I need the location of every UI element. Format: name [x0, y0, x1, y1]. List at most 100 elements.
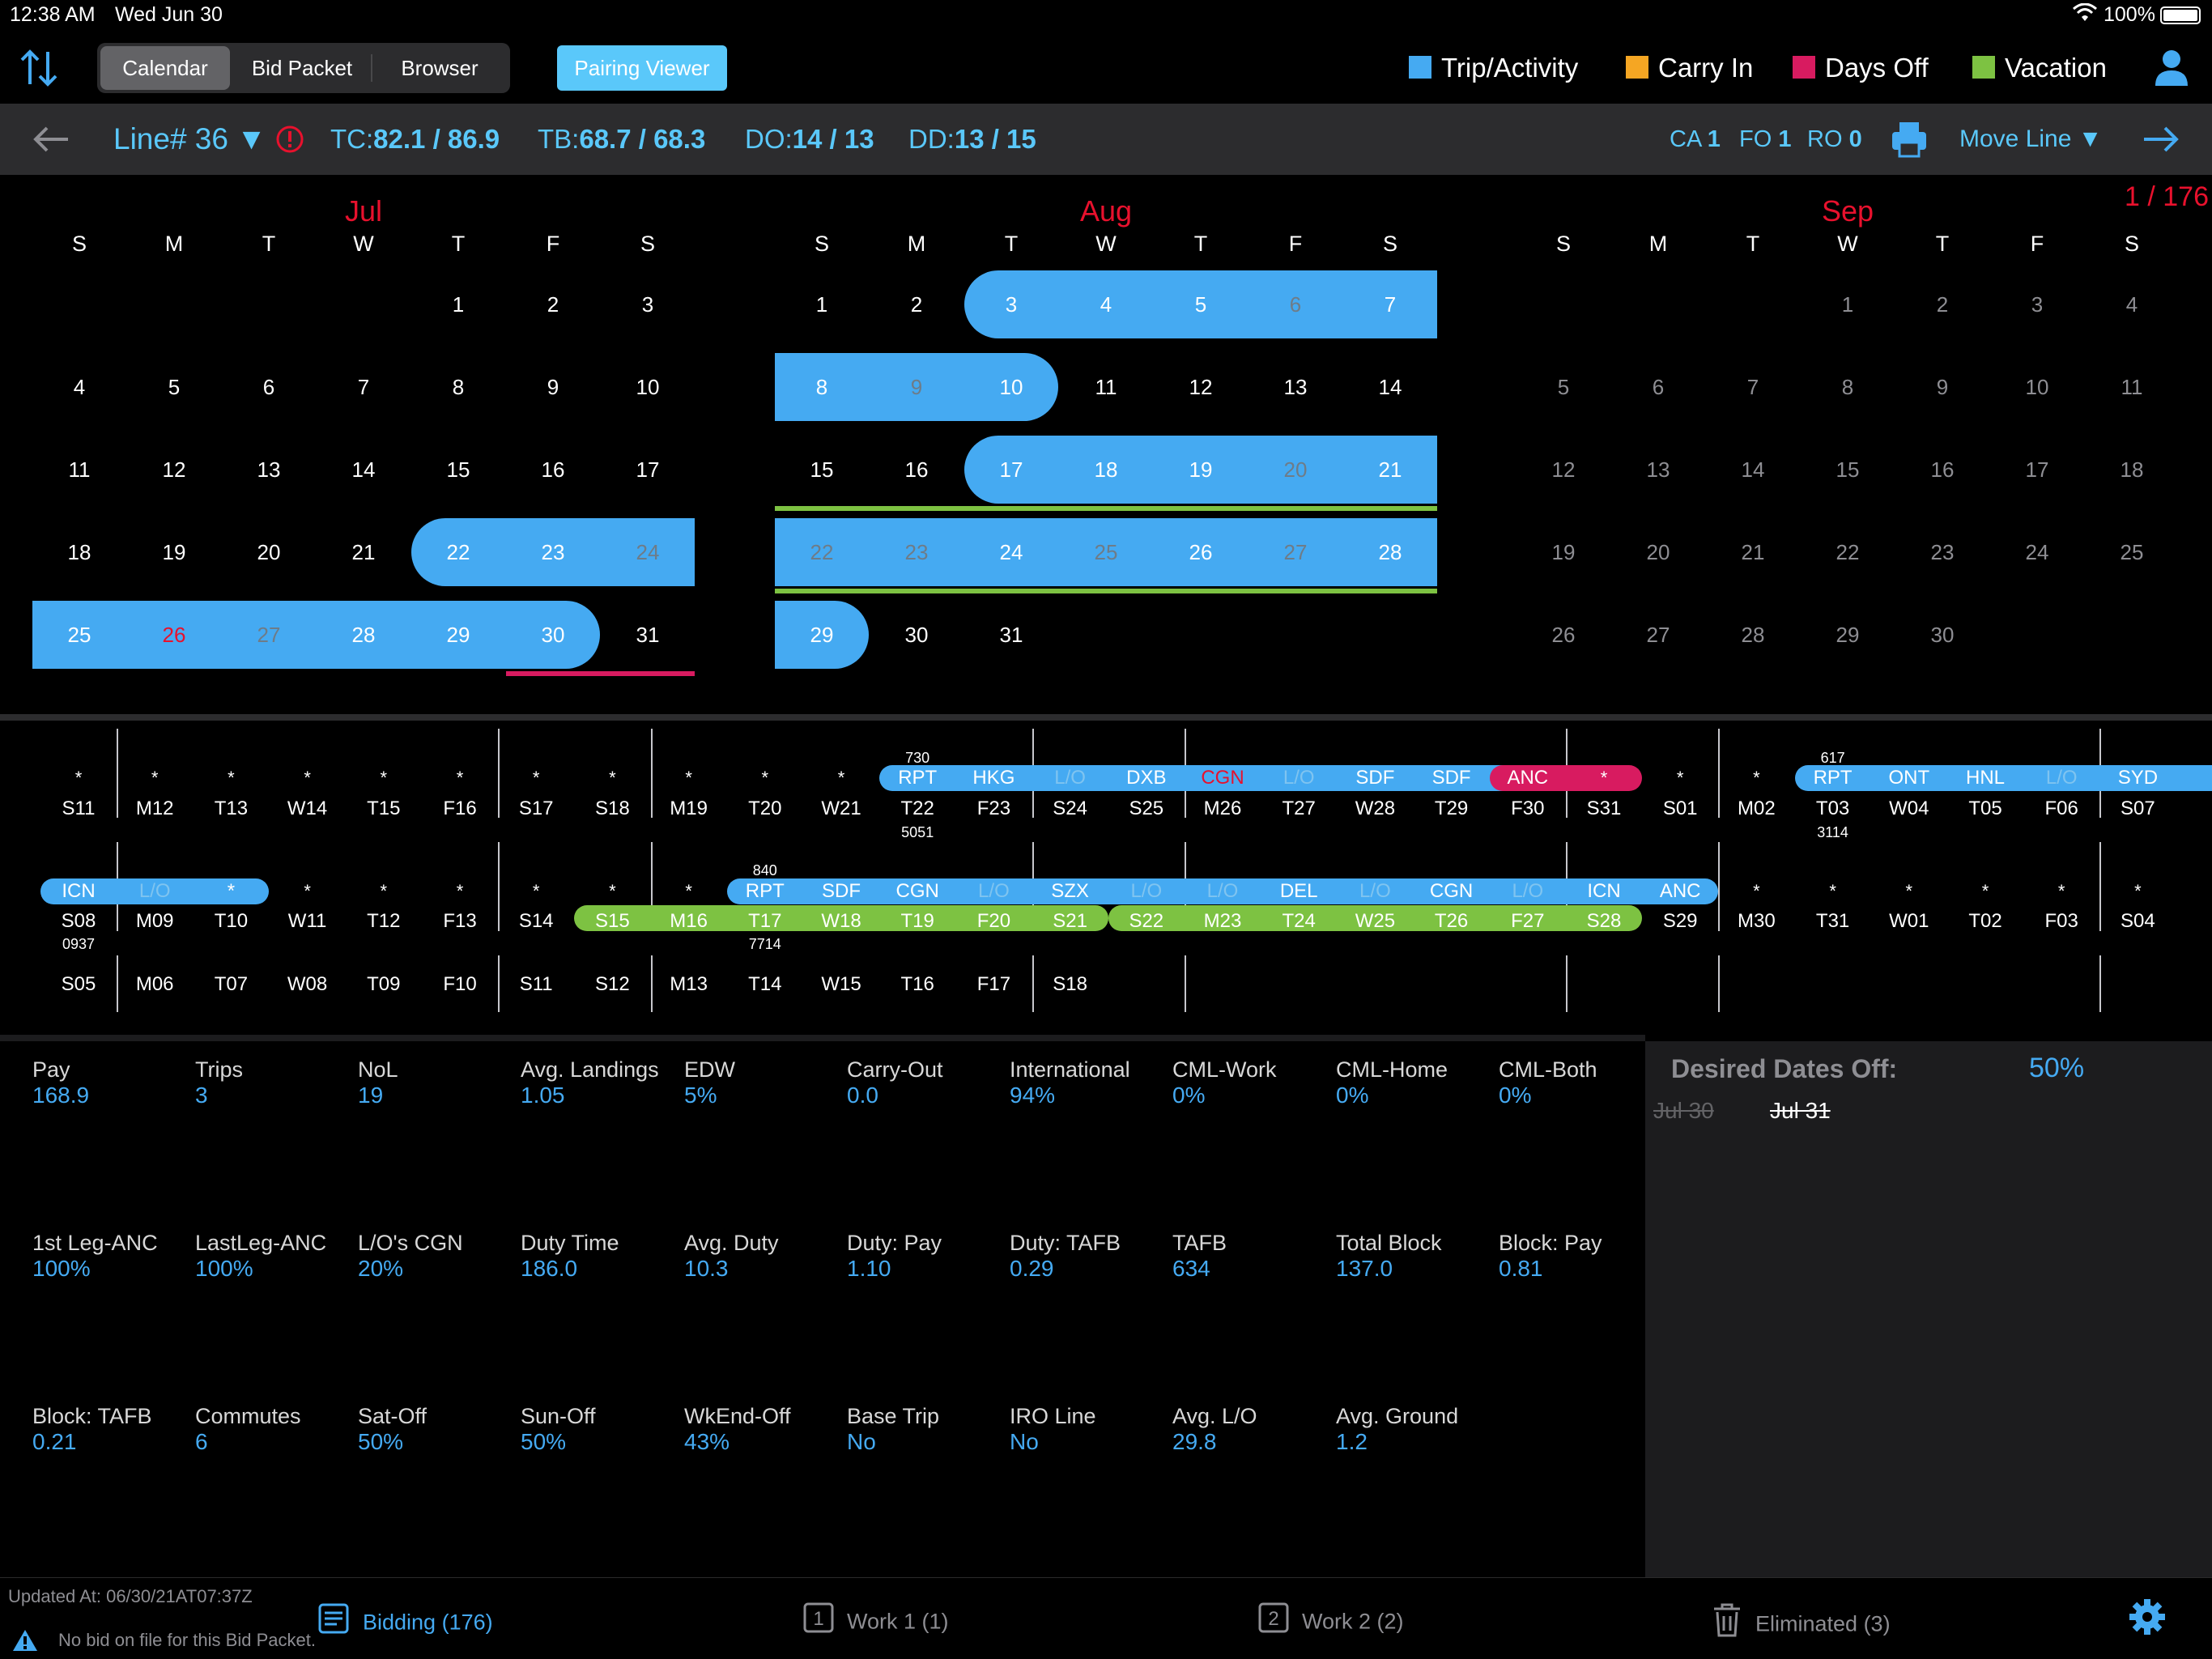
calendar-day[interactable]: 18	[1074, 453, 1138, 486]
calendar-day[interactable]: 16	[521, 453, 585, 486]
pairing-viewer-button[interactable]: Pairing Viewer	[557, 45, 727, 91]
calendar-day[interactable]: 12	[1168, 371, 1233, 403]
calendar-day[interactable]: 25	[47, 619, 112, 651]
calendar-day[interactable]: 4	[47, 371, 112, 403]
arrow-right-icon[interactable]	[2142, 125, 2180, 158]
calendar-day[interactable]: 3	[615, 288, 680, 321]
calendar-day[interactable]: 17	[615, 453, 680, 486]
calendar-day[interactable]: 23	[1910, 536, 1975, 568]
calendar-day[interactable]: 23	[884, 536, 949, 568]
calendar-day[interactable]: 22	[1815, 536, 1880, 568]
calendar-day[interactable]: 10	[979, 371, 1044, 403]
calendar-day[interactable]: 17	[979, 453, 1044, 486]
calendar-day[interactable]: 21	[331, 536, 396, 568]
calendar-day[interactable]: 5	[1531, 371, 1596, 403]
calendar-day[interactable]: 5	[142, 371, 206, 403]
calendar-day[interactable]: 7	[1358, 288, 1423, 321]
calendar-day[interactable]: 26	[142, 619, 206, 651]
calendar-day[interactable]: 7	[331, 371, 396, 403]
calendar-day[interactable]: 3	[2005, 288, 2069, 321]
calendar-day[interactable]: 1	[1815, 288, 1880, 321]
calendar-day[interactable]: 6	[1626, 371, 1691, 403]
tab-bidding[interactable]: Bidding (176)	[317, 1602, 493, 1638]
calendar-day[interactable]: 4	[1074, 288, 1138, 321]
calendar-day[interactable]: 27	[236, 619, 301, 651]
calendar-day[interactable]: 24	[2005, 536, 2069, 568]
tab-work-1[interactable]: 1 Work 1 (1)	[803, 1602, 949, 1638]
calendar-day[interactable]: 15	[789, 453, 854, 486]
calendar-day[interactable]: 29	[426, 619, 491, 651]
calendar-day[interactable]: 19	[1531, 536, 1596, 568]
sort-icon[interactable]	[18, 47, 60, 93]
calendar-day[interactable]: 25	[2099, 536, 2164, 568]
calendar-day[interactable]: 9	[884, 371, 949, 403]
calendar-day[interactable]: 20	[1263, 453, 1328, 486]
calendar-day[interactable]: 1	[789, 288, 854, 321]
calendar-day[interactable]: 19	[142, 536, 206, 568]
calendar-day[interactable]: 31	[979, 619, 1044, 651]
calendar-day[interactable]: 13	[1263, 371, 1328, 403]
move-line-button[interactable]: Move Line ▼	[1959, 104, 2102, 175]
calendar-day[interactable]: 1	[426, 288, 491, 321]
calendar-day[interactable]: 28	[1721, 619, 1785, 651]
calendar-day[interactable]: 29	[789, 619, 854, 651]
calendar-day[interactable]: 3	[979, 288, 1044, 321]
calendar-day[interactable]: 18	[47, 536, 112, 568]
arrow-left-icon[interactable]	[32, 125, 70, 158]
segment-browser[interactable]: Browser	[372, 46, 507, 90]
calendar-day[interactable]: 27	[1626, 619, 1691, 651]
calendar-day[interactable]: 8	[426, 371, 491, 403]
user-icon[interactable]	[2154, 49, 2189, 91]
calendar-day[interactable]: 8	[1815, 371, 1880, 403]
calendar-day[interactable]: 2	[1910, 288, 1975, 321]
calendar-day[interactable]: 30	[1910, 619, 1975, 651]
calendar-day[interactable]: 6	[1263, 288, 1328, 321]
settings-gear-icon[interactable]	[2128, 1597, 2167, 1640]
printer-icon[interactable]	[1890, 120, 1929, 163]
segment-bid-packet[interactable]: Bid Packet	[233, 46, 371, 90]
calendar-day[interactable]: 30	[884, 619, 949, 651]
calendar-day[interactable]: 21	[1358, 453, 1423, 486]
calendar-day[interactable]: 24	[979, 536, 1044, 568]
calendar-day[interactable]: 10	[2005, 371, 2069, 403]
calendar-day[interactable]: 12	[142, 453, 206, 486]
calendar-day[interactable]: 21	[1721, 536, 1785, 568]
calendar-day[interactable]: 24	[615, 536, 680, 568]
calendar-day[interactable]: 4	[2099, 288, 2164, 321]
calendar-day[interactable]: 10	[615, 371, 680, 403]
calendar-day[interactable]: 19	[1168, 453, 1233, 486]
calendar-day[interactable]: 13	[236, 453, 301, 486]
calendar-day[interactable]: 25	[1074, 536, 1138, 568]
calendar-day[interactable]: 31	[615, 619, 680, 651]
calendar-day[interactable]: 9	[1910, 371, 1975, 403]
calendar-day[interactable]: 17	[2005, 453, 2069, 486]
calendar-day[interactable]: 26	[1168, 536, 1233, 568]
alert-circle-icon[interactable]	[275, 125, 304, 158]
calendar-day[interactable]: 15	[1815, 453, 1880, 486]
tab-work-2[interactable]: 2 Work 2 (2)	[1258, 1602, 1404, 1638]
calendar-day[interactable]: 2	[521, 288, 585, 321]
calendar-day[interactable]: 11	[2099, 371, 2164, 403]
calendar-day[interactable]: 13	[1626, 453, 1691, 486]
calendar-day[interactable]: 6	[236, 371, 301, 403]
calendar-day[interactable]: 14	[1721, 453, 1785, 486]
calendar-day[interactable]: 27	[1263, 536, 1328, 568]
tab-eliminated[interactable]: Eliminated (3)	[1712, 1602, 1891, 1638]
calendar-day[interactable]: 15	[426, 453, 491, 486]
calendar-day[interactable]: 11	[1074, 371, 1138, 403]
calendar-day[interactable]: 8	[789, 371, 854, 403]
calendar-day[interactable]: 5	[1168, 288, 1233, 321]
calendar-day[interactable]: 14	[1358, 371, 1423, 403]
calendar-day[interactable]: 26	[1531, 619, 1596, 651]
calendar-day[interactable]: 9	[521, 371, 585, 403]
line-selector[interactable]: Line# 36 ▼	[113, 104, 266, 175]
calendar-day[interactable]: 22	[789, 536, 854, 568]
calendar-day[interactable]: 18	[2099, 453, 2164, 486]
calendar-day[interactable]: 20	[1626, 536, 1691, 568]
calendar-day[interactable]: 7	[1721, 371, 1785, 403]
calendar-day[interactable]: 28	[331, 619, 396, 651]
calendar-day[interactable]: 20	[236, 536, 301, 568]
calendar-day[interactable]: 12	[1531, 453, 1596, 486]
calendar-day[interactable]: 16	[1910, 453, 1975, 486]
calendar-day[interactable]: 23	[521, 536, 585, 568]
